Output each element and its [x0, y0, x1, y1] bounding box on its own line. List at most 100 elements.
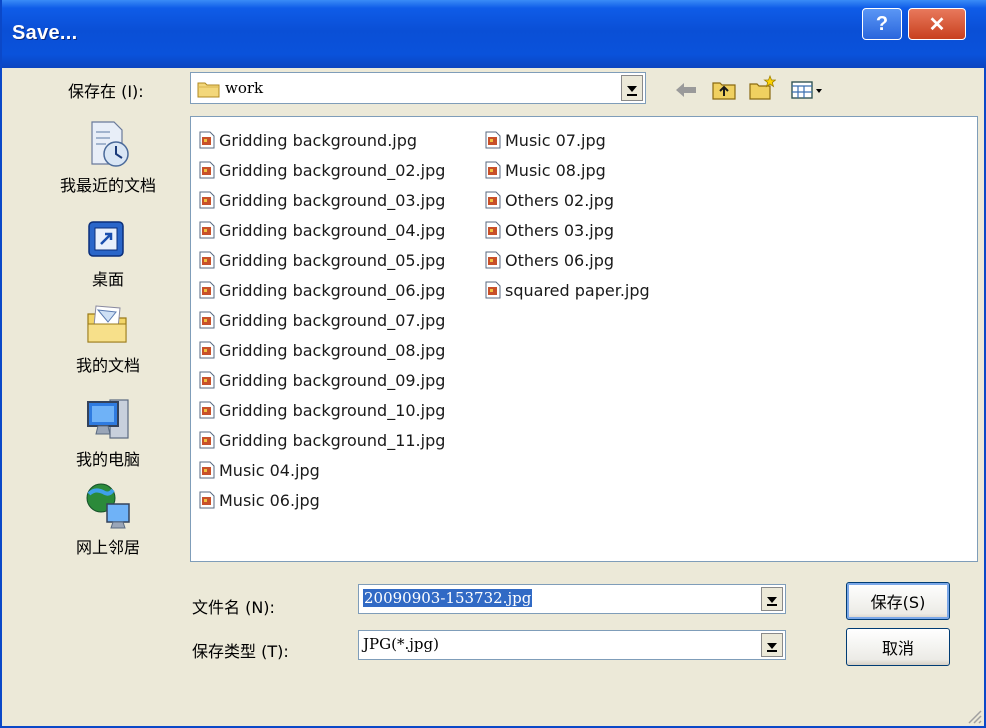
jpg-file-icon: [199, 251, 215, 269]
filename-input[interactable]: 20090903-153732.jpg: [358, 584, 786, 614]
resize-grip-icon[interactable]: [964, 706, 982, 724]
file-name: Gridding background_03.jpg: [219, 190, 446, 210]
jpg-file-icon: [199, 221, 215, 239]
help-icon: ?: [875, 12, 889, 35]
file-name: Gridding background_05.jpg: [219, 250, 446, 270]
file-item[interactable]: squared paper.jpg: [485, 275, 650, 305]
lookin-label: 保存在 (I):: [68, 82, 144, 101]
filetype-dropdown-arrow[interactable]: [761, 633, 783, 657]
file-item[interactable]: Music 07.jpg: [485, 125, 650, 155]
file-name: Gridding background_07.jpg: [219, 310, 446, 330]
lookin-dropdown-arrow[interactable]: [621, 75, 643, 101]
lookin-select[interactable]: work: [190, 72, 646, 104]
up-folder-icon[interactable]: [710, 76, 738, 104]
jpg-file-icon: [485, 131, 501, 149]
file-name: Gridding background_04.jpg: [219, 220, 446, 240]
place-label: 我的电脑: [75, 450, 140, 469]
file-list[interactable]: Gridding background.jpg Gridding backgrou…: [190, 116, 978, 562]
file-item[interactable]: Gridding background_08.jpg: [199, 335, 445, 365]
save-dialog: Save... ? ✕ 保存在 (I): work 我最近的文档 桌面 我的文档…: [0, 0, 986, 728]
file-name: Gridding background_02.jpg: [219, 160, 446, 180]
network-places-icon: [86, 483, 130, 529]
file-item[interactable]: Gridding background_11.jpg: [199, 425, 445, 455]
file-column-1: Gridding background.jpg Gridding backgrou…: [199, 125, 445, 515]
filename-dropdown-arrow[interactable]: [761, 587, 783, 611]
file-name: Gridding background_08.jpg: [219, 340, 446, 360]
file-item[interactable]: Gridding background_04.jpg: [199, 215, 445, 245]
file-item[interactable]: Others 02.jpg: [485, 185, 650, 215]
file-name: Music 04.jpg: [219, 460, 320, 480]
places-bar: 我最近的文档 桌面 我的文档 我的电脑 网上邻居: [40, 118, 176, 578]
my-documents-icon: [87, 305, 127, 343]
file-item[interactable]: Gridding background.jpg: [199, 125, 445, 155]
file-name: Gridding background_10.jpg: [219, 400, 446, 420]
view-menu-icon[interactable]: [790, 76, 826, 104]
new-folder-icon[interactable]: [748, 74, 776, 102]
file-name: Gridding background_11.jpg: [219, 430, 446, 450]
jpg-file-icon: [199, 491, 215, 509]
lookin-value: work: [225, 79, 264, 97]
file-name: Gridding background_06.jpg: [219, 280, 446, 300]
file-name: Music 08.jpg: [505, 160, 606, 180]
cancel-button[interactable]: 取消: [846, 628, 950, 666]
file-name: Others 03.jpg: [505, 220, 615, 240]
filetype-select[interactable]: JPG(*.jpg): [358, 630, 786, 660]
jpg-file-icon: [485, 221, 501, 239]
desktop-icon: [88, 221, 124, 257]
file-name: Gridding background.jpg: [219, 130, 418, 150]
file-name: squared paper.jpg: [505, 280, 650, 300]
place-label: 我最近的文档: [59, 176, 156, 195]
filetype-value: JPG(*.jpg): [363, 635, 439, 653]
file-item[interactable]: Others 03.jpg: [485, 215, 650, 245]
jpg-file-icon: [199, 281, 215, 299]
place-desktop[interactable]: 桌面: [40, 218, 176, 290]
place-label: 桌面: [91, 270, 124, 289]
place-my-documents[interactable]: 我的文档: [40, 298, 176, 376]
file-name: Others 02.jpg: [505, 190, 615, 210]
jpg-file-icon: [199, 431, 215, 449]
file-item[interactable]: Gridding background_02.jpg: [199, 155, 445, 185]
jpg-file-icon: [485, 191, 501, 209]
place-recent-documents[interactable]: 我最近的文档: [40, 118, 176, 196]
close-icon: ✕: [928, 13, 946, 36]
jpg-file-icon: [199, 311, 215, 329]
back-icon[interactable]: [672, 76, 700, 104]
title-bar[interactable]: Save... ? ✕: [2, 0, 986, 68]
jpg-file-icon: [199, 191, 215, 209]
file-column-2: Music 07.jpg Music 08.jpg Others 02.jpg Oth…: [485, 125, 650, 305]
jpg-file-icon: [485, 161, 501, 179]
place-label: 网上邻居: [75, 538, 140, 557]
dialog-title: Save...: [12, 22, 78, 44]
place-my-computer[interactable]: 我的电脑: [40, 394, 176, 470]
jpg-file-icon: [199, 341, 215, 359]
filename-label: 文件名 (N):: [192, 598, 275, 617]
close-button[interactable]: ✕: [908, 8, 966, 40]
file-item[interactable]: Gridding background_06.jpg: [199, 275, 445, 305]
jpg-file-icon: [485, 251, 501, 269]
file-item[interactable]: Music 08.jpg: [485, 155, 650, 185]
file-item[interactable]: Music 04.jpg: [199, 455, 445, 485]
jpg-file-icon: [485, 281, 501, 299]
file-name: Gridding background_09.jpg: [219, 370, 446, 390]
filetype-label: 保存类型 (T):: [192, 642, 289, 661]
file-name: Others 06.jpg: [505, 250, 615, 270]
my-computer-icon: [87, 399, 129, 439]
jpg-file-icon: [199, 401, 215, 419]
file-item[interactable]: Gridding background_10.jpg: [199, 395, 445, 425]
jpg-file-icon: [199, 131, 215, 149]
file-item[interactable]: Gridding background_09.jpg: [199, 365, 445, 395]
place-label: 我的文档: [75, 356, 140, 375]
file-name: Music 07.jpg: [505, 130, 606, 150]
save-button[interactable]: 保存(S): [846, 582, 950, 620]
file-item[interactable]: Music 06.jpg: [199, 485, 445, 515]
file-item[interactable]: Gridding background_03.jpg: [199, 185, 445, 215]
place-network-places[interactable]: 网上邻居: [40, 480, 176, 558]
jpg-file-icon: [199, 161, 215, 179]
file-item[interactable]: Gridding background_05.jpg: [199, 245, 445, 275]
folder-icon: [197, 82, 220, 98]
jpg-file-icon: [199, 371, 215, 389]
file-item[interactable]: Gridding background_07.jpg: [199, 305, 445, 335]
file-item[interactable]: Others 06.jpg: [485, 245, 650, 275]
filename-value: 20090903-153732.jpg: [363, 589, 533, 607]
help-button[interactable]: ?: [862, 8, 902, 40]
